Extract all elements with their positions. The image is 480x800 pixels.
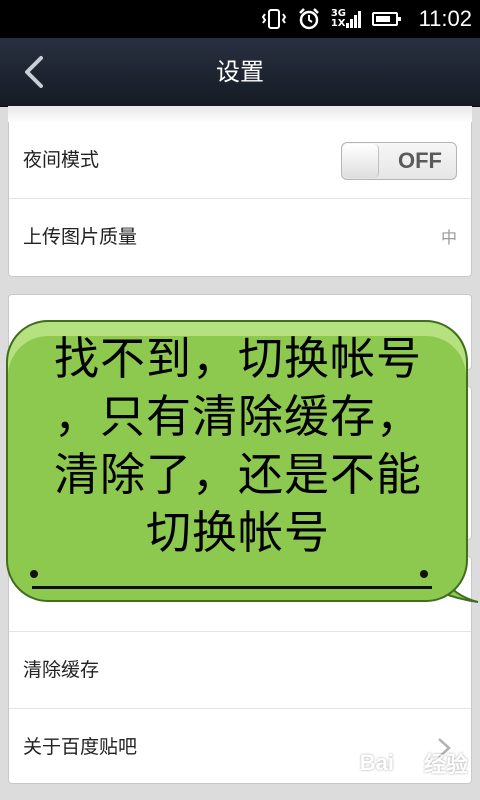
setting-row-upload-quality[interactable]: 上传图片质量 中 xyxy=(9,199,471,276)
toggle-knob xyxy=(343,144,379,178)
status-bar: 3G 1X 11:02 xyxy=(0,0,480,38)
night-mode-toggle[interactable]: OFF xyxy=(341,142,457,180)
about-label: 关于百度贴吧 xyxy=(23,736,138,758)
title-bar: 设置 xyxy=(0,38,480,107)
network-type: 3G 1X xyxy=(330,8,346,29)
bubble-dot-left xyxy=(30,570,38,578)
baidu-watermark: Bai 经验 xyxy=(360,748,468,778)
signal-icon: 3G 1X xyxy=(331,9,362,29)
alarm-icon xyxy=(297,7,321,31)
vibrate-icon xyxy=(261,8,287,30)
bubble-line-2: ，只有清除缓存， xyxy=(53,390,422,443)
bubble-underline xyxy=(32,586,432,589)
clear-cache-label: 清除缓存 xyxy=(23,659,100,681)
battery-icon xyxy=(372,12,401,26)
bubble-line-3: 清除了，还是不能 xyxy=(53,448,422,501)
speech-bubble-text: 找不到，切换帐号 ，只有清除缓存， 清除了，还是不能 切换帐号 xyxy=(18,330,458,562)
status-time: 11:02 xyxy=(418,6,472,31)
bubble-line-1: 找不到，切换帐号 xyxy=(53,332,422,385)
night-mode-label: 夜间模式 xyxy=(23,149,100,171)
watermark-text: Bai xyxy=(359,750,394,775)
settings-group-display: 夜间模式 OFF 上传图片质量 中 xyxy=(8,122,472,277)
upload-quality-label: 上传图片质量 xyxy=(23,226,138,248)
watermark-suffix: 经验 xyxy=(423,752,468,777)
bubble-line-4: 切换帐号 xyxy=(145,506,330,559)
status-icons: 3G 1X xyxy=(261,0,401,38)
bubble-dot-right xyxy=(420,570,428,578)
page-title: 设置 xyxy=(216,58,264,86)
setting-row-clear-cache[interactable]: 清除缓存 xyxy=(9,632,471,709)
toggle-state: OFF xyxy=(398,148,442,173)
upload-quality-value: 中 xyxy=(440,228,457,247)
setting-row-night-mode[interactable]: 夜间模式 OFF xyxy=(9,122,471,199)
paw-icon xyxy=(398,755,420,772)
